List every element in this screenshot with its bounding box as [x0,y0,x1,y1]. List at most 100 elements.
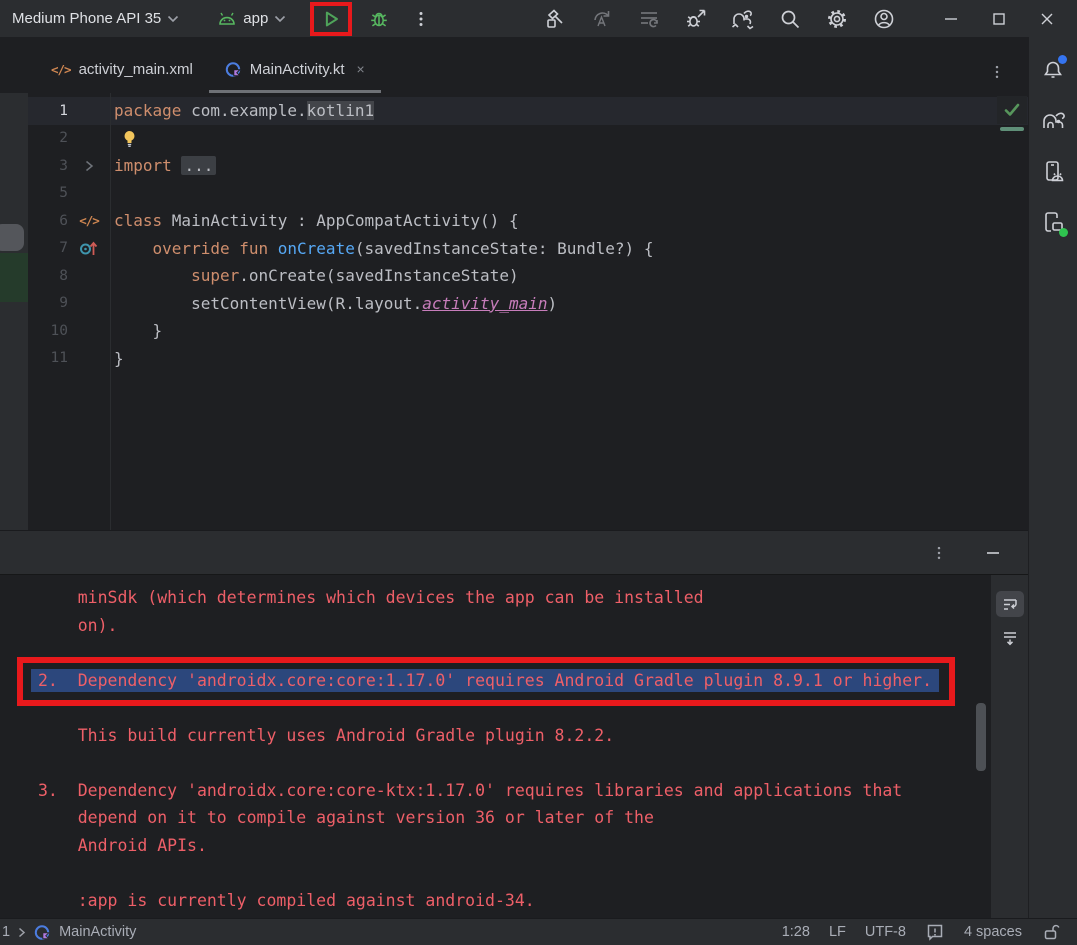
debug-button[interactable] [362,4,396,34]
sync-a-icon[interactable] [586,4,618,34]
left-tool-stripe [0,93,28,530]
code-text[interactable]: package com.example.kotlin1 [110,101,374,120]
code-text[interactable]: import ... [110,156,216,175]
indent-size[interactable]: 4 spaces [964,924,1022,940]
console-line[interactable]: on). [0,612,991,640]
xml-file-icon: </> [51,62,71,77]
editor-line[interactable]: 9 setContentView(R.layout.activity_main) [28,290,1028,318]
gutter-separator [110,93,111,530]
editor-line[interactable]: 10 } [28,317,1028,345]
line-number[interactable]: 10 [28,323,68,339]
code-text[interactable]: class MainActivity : AppCompatActivity()… [110,211,519,230]
editor-line[interactable]: 5 [28,180,1028,208]
console-line[interactable]: minSdk (which determines which devices t… [0,584,991,612]
line-number[interactable]: 5 [28,185,68,201]
chevron-down-icon [167,15,179,23]
inspections-widget[interactable] [997,96,1027,124]
console-line[interactable]: 3. Dependency 'androidx.core:core-ktx:1.… [0,777,991,805]
line-number[interactable]: 6 [28,213,68,229]
close-button[interactable] [1027,4,1067,34]
tab-label: activity_main.xml [79,61,193,78]
hide-panel-button[interactable] [976,538,1010,568]
build-panel-header [0,530,1028,574]
console-line[interactable] [0,859,991,887]
line-number[interactable]: 9 [28,295,68,311]
settings-icon[interactable] [821,4,853,34]
lightbulb-icon[interactable] [122,129,137,148]
task-list-icon[interactable] [633,4,665,34]
tab-close-icon[interactable]: × [357,61,365,77]
console-line[interactable] [0,639,991,667]
tool-window-handle[interactable] [0,224,24,251]
tab-options-button[interactable] [980,57,1014,87]
console-line[interactable]: Android APIs. [0,832,991,860]
console-line[interactable]: This build currently uses Android Gradle… [0,722,991,750]
build-hammer-icon[interactable] [539,4,571,34]
xml-tag-icon[interactable]: </> [68,213,110,228]
code-editor[interactable]: 1 package com.example.kotlin1 2 3 import ...… [28,93,1028,530]
console-toolbar [991,575,1028,918]
console-line[interactable] [0,749,991,777]
line-number[interactable]: 7 [28,240,68,256]
code-text[interactable]: } [110,349,124,368]
scroll-to-end-button[interactable] [996,625,1024,651]
unlocked-padlock-icon[interactable] [1041,922,1061,942]
console-line[interactable]: :app is currently compiled against andro… [0,887,991,915]
line-number[interactable]: 11 [28,350,68,366]
run-config-label: app [243,10,268,27]
notifications-bell-icon[interactable] [1035,53,1071,87]
stripe-highlight [0,253,28,302]
console-text-area[interactable]: minSdk (which determines which devices t… [0,575,991,918]
maximize-button[interactable] [979,4,1019,34]
status-bar: 1 MainActivity 1:28 LF UTF-8 4 spaces [0,918,1077,945]
editor-line[interactable]: 8 super.onCreate(savedInstanceState) [28,262,1028,290]
search-icon[interactable] [774,4,806,34]
gradle-sync-icon[interactable] [727,4,759,34]
account-icon[interactable] [868,4,900,34]
code-text[interactable]: super.onCreate(savedInstanceState) [110,266,519,285]
build-output-console: minSdk (which determines which devices t… [0,574,1028,918]
more-options-button[interactable] [404,4,438,34]
soft-wrap-button[interactable] [996,591,1024,617]
notification-badge [1058,55,1067,64]
running-devices-icon[interactable] [1035,206,1071,240]
line-number[interactable]: 8 [28,268,68,284]
device-manager-icon[interactable] [1035,155,1071,189]
device-selector[interactable]: Medium Phone API 35 [6,6,185,31]
code-text[interactable]: override fun onCreate(savedInstanceState… [110,239,653,258]
editor-line[interactable]: 11} [28,345,1028,373]
editor-line[interactable]: 6</>class MainActivity : AppCompatActivi… [28,207,1028,235]
code-text[interactable]: setContentView(R.layout.activity_main) [110,294,557,313]
caret-position[interactable]: 1:28 [782,924,810,940]
fold-arrow-icon[interactable] [68,159,110,173]
code-text[interactable]: } [110,321,162,340]
attach-debugger-icon[interactable] [680,4,712,34]
build-panel-options-button[interactable] [922,538,956,568]
line-number[interactable]: 1 [28,103,68,119]
run-button[interactable] [314,4,348,34]
tab-activity-main-xml[interactable]: </> activity_main.xml [35,45,209,93]
console-line[interactable]: depend on it to compile against version … [0,804,991,832]
editor-line[interactable]: 1 package com.example.kotlin1 [28,97,1028,125]
line-number[interactable]: 3 [28,158,68,174]
console-line[interactable] [0,694,991,722]
breadcrumb[interactable]: 1 MainActivity [0,924,136,941]
override-marker-icon [78,239,100,257]
override-marker-icon[interactable] [68,239,110,257]
code-text[interactable] [110,129,137,148]
console-line-selected[interactable]: 2. Dependency 'androidx.core:core:1.17.0… [0,667,991,695]
line-separator[interactable]: LF [829,924,846,940]
tab-label: MainActivity.kt [250,61,345,78]
line-number[interactable]: 2 [28,130,68,146]
run-config-selector[interactable]: app [211,6,292,31]
editor-line[interactable]: 2 [28,125,1028,153]
editor-line[interactable]: 7 override fun onCreate(savedInstanceSta… [28,235,1028,263]
editor-tab-bar: </> activity_main.xml MainActivity.kt × [0,45,1028,93]
console-scrollbar[interactable] [976,703,986,771]
editor-notification-icon[interactable] [925,922,945,942]
tab-mainactivity-kt[interactable]: MainActivity.kt × [209,45,381,93]
editor-line[interactable]: 3 import ... [28,152,1028,180]
file-encoding[interactable]: UTF-8 [865,924,906,940]
minimize-button[interactable] [931,4,971,34]
gradle-elephant-icon[interactable] [1035,104,1071,138]
